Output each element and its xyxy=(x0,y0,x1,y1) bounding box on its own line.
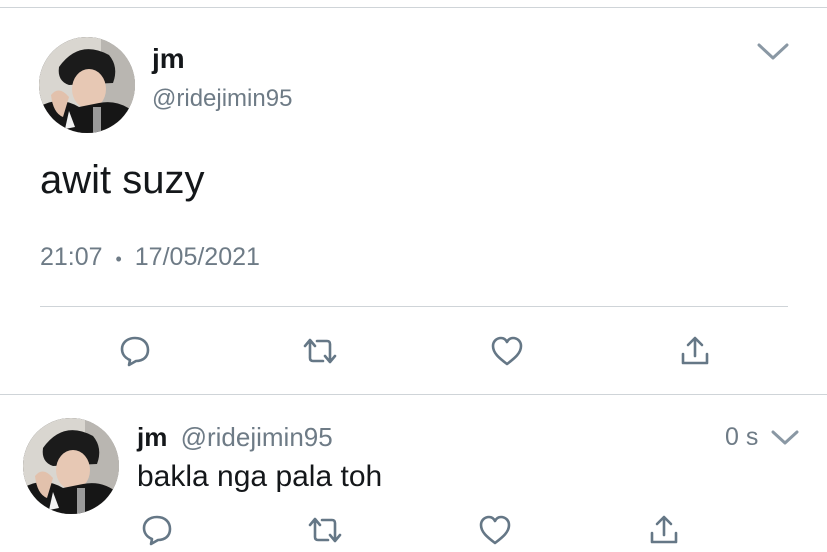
tweet-timestamp: 21:07 • 17/05/2021 xyxy=(40,241,260,275)
like-button[interactable] xyxy=(475,512,515,548)
tweet-date: 17/05/2021 xyxy=(134,243,260,271)
retweet-button[interactable] xyxy=(305,512,345,548)
user-handle[interactable]: @ridejimin95 xyxy=(181,422,333,452)
share-button[interactable] xyxy=(676,332,714,370)
avatar[interactable] xyxy=(23,418,119,514)
tweet-text: awit suzy xyxy=(40,158,205,202)
like-button[interactable] xyxy=(487,332,527,370)
timestamp-separator: • xyxy=(115,249,122,269)
reply-bubble-icon xyxy=(120,336,150,367)
avatar[interactable] xyxy=(39,37,135,133)
retweet-button[interactable] xyxy=(300,332,340,370)
reply-header: jm @ridejimin95 xyxy=(137,421,333,453)
heart-icon xyxy=(479,515,511,545)
reply-button[interactable] xyxy=(138,512,176,548)
share-button[interactable] xyxy=(645,512,683,548)
top-divider xyxy=(0,7,827,8)
actions-divider xyxy=(40,306,788,307)
display-name[interactable]: jm xyxy=(137,422,167,452)
tweet-age: 0 s xyxy=(725,423,759,451)
tweet-divider xyxy=(0,394,827,395)
tweet-text: bakla nga pala toh xyxy=(137,460,383,493)
reply-button[interactable] xyxy=(116,332,154,370)
avatar-photo-icon xyxy=(23,418,119,514)
chevron-down-icon[interactable] xyxy=(757,42,789,62)
share-icon xyxy=(650,515,678,544)
share-icon xyxy=(681,336,709,365)
avatar-photo-icon xyxy=(39,37,135,133)
retweet-icon xyxy=(303,338,337,364)
tweet-time: 21:07 xyxy=(40,243,103,271)
user-handle[interactable]: @ridejimin95 xyxy=(152,84,292,114)
display-name[interactable]: jm xyxy=(152,42,185,76)
retweet-icon xyxy=(308,517,342,543)
chevron-down-icon[interactable] xyxy=(771,429,799,447)
heart-icon xyxy=(491,336,523,366)
reply-bubble-icon xyxy=(142,515,172,546)
